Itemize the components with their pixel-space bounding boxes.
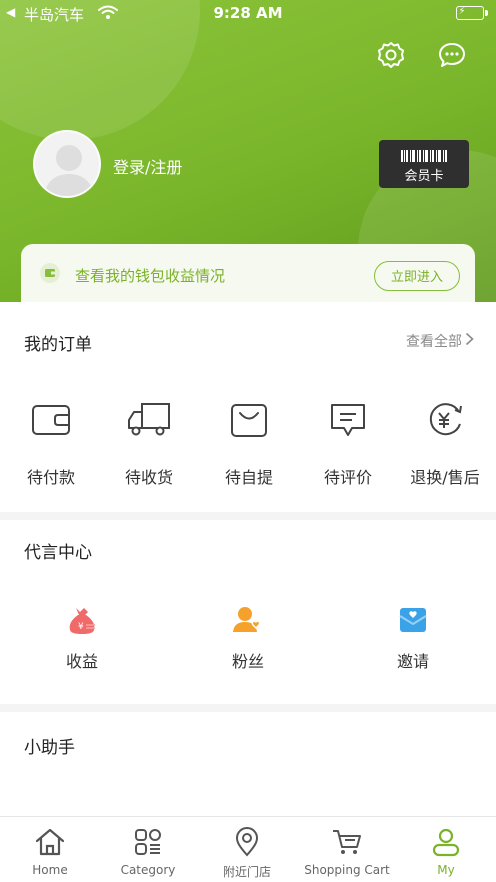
tab-label: 附近门店 [222,865,271,879]
status-bar: ◀ 半岛汽车 9:28 AM ⚡ [0,0,496,28]
wallet-text: 查看我的钱包收益情况 [75,267,226,285]
chevron-right-icon [465,332,474,350]
wallet-icon [40,263,60,283]
tab-nearby-stores[interactable]: 附近门店 [197,827,297,880]
wallet-banner[interactable]: 查看我的钱包收益情况 立即进入 [21,244,475,302]
settings-gear-icon[interactable] [376,40,406,70]
view-all-label: 查看全部 [406,334,462,350]
svg-text:¥: ¥ [78,622,84,632]
orders-title: 我的订单 [24,335,92,355]
home-icon [35,828,65,856]
bag-icon [231,404,267,437]
agent-earnings[interactable]: ¥ 收益 [27,604,137,672]
order-label: 待收货 [124,468,173,487]
tab-label: Category [120,863,176,877]
order-refund-aftersales[interactable]: 退换/售后 [397,402,493,492]
wallet-icon [32,405,70,435]
order-label: 退换/售后 [410,468,480,487]
fans-icon [233,607,261,632]
tab-home[interactable]: Home [0,827,100,877]
truck-icon [128,403,170,436]
avatar[interactable] [33,130,101,198]
tab-my[interactable]: My [396,827,496,877]
tab-category[interactable]: Category [98,827,198,877]
default-avatar-icon [43,145,95,196]
member-card-label: 会员卡 [404,169,444,184]
cart-icon [333,830,361,854]
location-icon [235,827,259,857]
invite-icon [399,608,427,632]
agent-fans[interactable]: 粉丝 [193,604,303,672]
enter-wallet-button[interactable]: 立即进入 [374,261,460,291]
agent-label: 收益 [65,652,98,671]
message-bubble-icon[interactable] [437,40,467,70]
view-all-orders-link[interactable]: 查看全部 [406,331,474,351]
tab-label: My [437,863,455,877]
order-pending-payment[interactable]: 待付款 [3,402,99,492]
battery-icon: ⚡ [456,6,488,20]
order-label: 待自提 [224,468,273,487]
agent-invite[interactable]: 邀请 [358,604,468,672]
helper-section [0,712,496,816]
order-pending-review[interactable]: 待评价 [300,402,396,492]
tab-label: Home [32,863,68,877]
agent-label: 邀请 [396,652,429,671]
helper-title: 小助手 [24,738,75,758]
tab-shopping-cart[interactable]: Shopping Cart [297,827,397,877]
status-time: 9:28 AM [213,4,283,22]
comment-icon [331,404,365,436]
member-card-button[interactable]: 会员卡 [379,140,469,188]
login-register-link[interactable]: 登录/注册 [113,154,182,178]
order-pending-receipt[interactable]: 待收货 [101,402,197,492]
user-icon [432,828,460,857]
order-pending-pickup[interactable]: 待自提 [201,402,297,492]
agent-label: 粉丝 [231,652,264,671]
bottom-tab-bar: Home Category 附近门店 Shopping Cart My [0,816,496,882]
tab-label: Shopping Cart [304,863,390,877]
profile-header: ◀ 半岛汽车 9:28 AM ⚡ 登录/注册 会员卡 查看我的钱包收益情况 立即… [0,0,496,302]
order-label: 待评价 [323,468,372,487]
agent-center-title: 代言中心 [24,543,92,563]
barcode-icon [401,150,447,162]
money-bag-icon: ¥ [69,608,95,634]
refund-icon [429,403,462,436]
order-label: 待付款 [26,468,75,487]
category-icon [135,829,161,855]
